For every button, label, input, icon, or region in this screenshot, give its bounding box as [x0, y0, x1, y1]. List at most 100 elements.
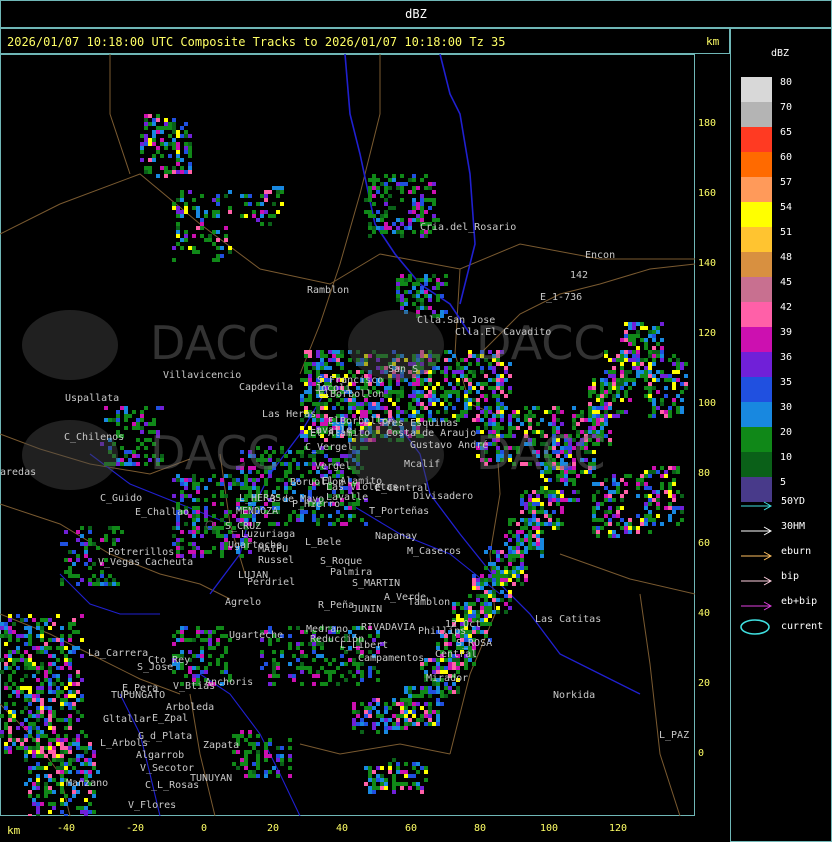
legend-value: 54 — [780, 202, 793, 213]
y-tick-label: 180 — [698, 118, 717, 129]
place-label: V_Flores — [128, 800, 177, 811]
window-title: dBZ — [405, 7, 427, 21]
y-tick-label: 120 — [698, 328, 717, 339]
x-tick-label: 20 — [266, 823, 280, 834]
legend-swatch — [741, 277, 772, 302]
legend-swatch — [741, 427, 772, 452]
place-label: Divisadero — [413, 491, 474, 502]
track-time-header: 2026/01/07 10:18:00 UTC Composite Tracks… — [7, 35, 506, 49]
current-ellipse-icon — [740, 618, 774, 635]
legend-value: 5 — [780, 477, 787, 488]
y-tick-label: 0 — [698, 748, 705, 759]
legend-value: 70 — [780, 102, 793, 113]
track-arrow-icon — [740, 597, 774, 611]
place-label: L_Bele — [305, 537, 342, 548]
place-label: Agrelo — [225, 597, 262, 608]
y-tick-label: 160 — [698, 188, 717, 199]
place-label: RIVADAVIA — [361, 622, 416, 633]
place-label: Ugarteche — [229, 630, 284, 641]
place-label: Cria.del_Rosario — [420, 222, 517, 233]
place-label: V_Secotor — [140, 763, 195, 774]
place-label: S_ROSA — [456, 638, 493, 649]
place-label: P_Hierro — [292, 499, 341, 510]
track-arrow-icon — [740, 547, 774, 561]
x-tick-label: 80 — [473, 823, 487, 834]
place-label: Costa de Araujo — [386, 428, 477, 439]
legend-swatch — [741, 152, 772, 177]
place-label: Clla.San Jose — [417, 315, 496, 326]
place-label: Mcalif — [404, 459, 441, 470]
place-label: Campamentos — [358, 653, 425, 664]
place-label: E_Zpal — [152, 713, 189, 724]
legend-value: 65 — [780, 127, 793, 138]
place-label: Clla.El Cavadito — [455, 327, 552, 338]
track-arrow-icon — [740, 522, 774, 536]
y-tick-label: 100 — [698, 398, 717, 409]
place-label: Ramblon — [307, 285, 350, 296]
x-tick-label: 40 — [335, 823, 349, 834]
place-label: Arboleda — [166, 702, 215, 713]
place-label: Palmira — [330, 567, 373, 578]
legend-value: 42 — [780, 302, 793, 313]
place-label: Las Heras — [262, 409, 317, 420]
legend-value: 45 — [780, 277, 793, 288]
track-label: 30HM — [781, 521, 806, 532]
x-tick-label: -20 — [125, 823, 145, 834]
place-label: aredas — [0, 467, 37, 478]
place-label: Manzano — [66, 778, 109, 789]
legend-swatch — [741, 177, 772, 202]
legend-value: 60 — [780, 152, 793, 163]
legend-value: 57 — [780, 177, 793, 188]
place-label: L_Libert — [340, 640, 389, 651]
dacc-watermark-text: DACC — [150, 316, 280, 370]
place-label: C_Chilenos — [64, 432, 125, 443]
place-label: 142 — [570, 270, 589, 281]
track-label: current — [781, 621, 824, 632]
place-label: Villavicencio — [163, 370, 242, 381]
track-label: 50YD — [781, 496, 806, 507]
place-label: T_Porteñas — [369, 506, 430, 517]
dacc-logo-watermark — [22, 420, 118, 490]
place-label: M_Caseros — [407, 546, 462, 557]
place-label: Cacheuta — [145, 557, 194, 568]
place-label: Perdriel — [247, 577, 296, 588]
legend-swatch — [741, 252, 772, 277]
y-tick-label: 80 — [698, 468, 711, 479]
legend-swatch — [741, 352, 772, 377]
place-label: S_MARTIN — [352, 578, 401, 589]
place-label: Encon — [585, 250, 616, 261]
y-tick-label: 140 — [698, 258, 717, 269]
legend-swatch — [741, 202, 772, 227]
bottom-unit-label: km — [7, 824, 21, 837]
place-label: S_Roque — [320, 556, 363, 567]
place-label: JUNIN — [352, 604, 383, 615]
track-label: eburn — [781, 546, 812, 557]
dacc-logo-watermark — [22, 310, 118, 380]
legend-swatch — [741, 452, 772, 477]
x-tick-label: 0 — [200, 823, 208, 834]
legend-value: 35 — [780, 377, 793, 388]
legend-value: 10 — [780, 452, 793, 463]
place-label: C_Guido — [100, 493, 143, 504]
track-label: eb+bip — [781, 596, 818, 607]
place-label: Central — [435, 649, 478, 660]
place-label: S_Jose — [137, 662, 174, 673]
dacc-watermark-text: DACC — [476, 426, 606, 480]
y-tick-label: 40 — [698, 608, 711, 619]
legend-swatch — [741, 302, 772, 327]
place-label: Napanay — [375, 531, 418, 542]
legend-value: 30 — [780, 402, 793, 413]
legend-title: dBZ — [771, 48, 790, 59]
place-label: E_Challao — [135, 507, 190, 518]
x-tick-label: 60 — [404, 823, 418, 834]
place-label: Las Catitas — [535, 614, 602, 625]
place-label: C_Vergel — [305, 442, 354, 453]
dacc-watermark-text: DACC — [476, 316, 606, 370]
legend-swatch — [741, 227, 772, 252]
place-label: R_Peña — [318, 600, 355, 611]
y-tick-label: 20 — [698, 678, 711, 689]
place-label: Algarrob — [136, 750, 185, 761]
legend-swatch — [741, 377, 772, 402]
legend-value: 80 — [780, 77, 793, 88]
place-label: MENDOZA — [236, 506, 279, 517]
